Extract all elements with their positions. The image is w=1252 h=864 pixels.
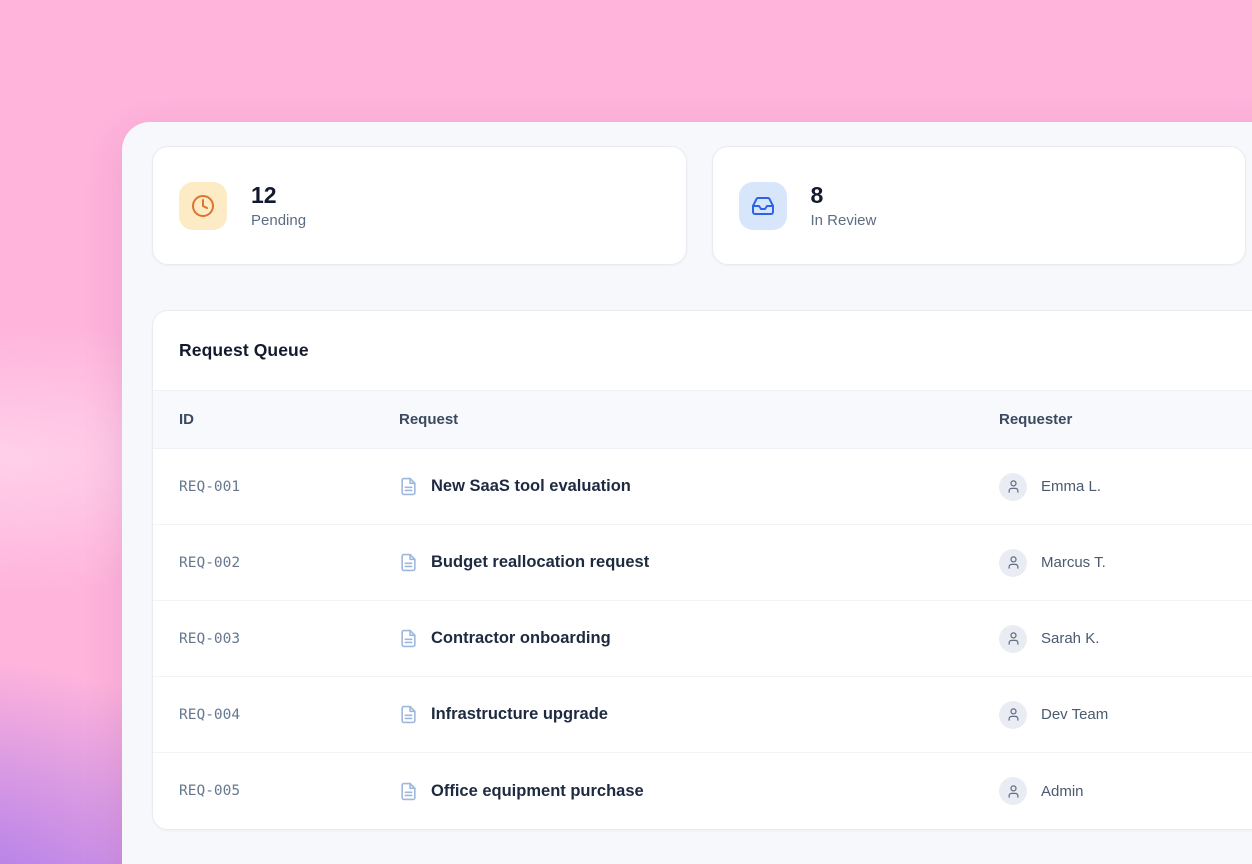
table-row[interactable]: REQ-003 Contractor onboarding Sarah K. bbox=[153, 601, 1252, 677]
requester-name: Dev Team bbox=[1041, 706, 1108, 723]
user-icon bbox=[999, 473, 1027, 501]
in-review-count: 8 bbox=[811, 182, 877, 208]
request-title: Budget reallocation request bbox=[431, 553, 649, 572]
request-id: REQ-001 bbox=[179, 479, 399, 495]
requester-cell: Sarah K. bbox=[999, 625, 1252, 653]
request-title: Infrastructure upgrade bbox=[431, 705, 608, 724]
clock-icon bbox=[179, 182, 227, 230]
file-text-icon bbox=[399, 705, 418, 724]
request-cell: Infrastructure upgrade bbox=[399, 705, 999, 724]
file-text-icon bbox=[399, 553, 418, 572]
request-title: Contractor onboarding bbox=[431, 629, 611, 648]
request-title: New SaaS tool evaluation bbox=[431, 477, 631, 496]
table-title-row: Request Queue bbox=[153, 311, 1252, 391]
requester-cell: Dev Team bbox=[999, 701, 1252, 729]
requester-name: Admin bbox=[1041, 783, 1084, 800]
requester-cell: Admin bbox=[999, 777, 1252, 805]
user-icon bbox=[999, 549, 1027, 577]
table-row[interactable]: REQ-005 Office equipment purchase Admin bbox=[153, 753, 1252, 829]
request-id: REQ-003 bbox=[179, 631, 399, 647]
user-icon bbox=[999, 625, 1027, 653]
user-icon bbox=[999, 701, 1027, 729]
file-text-icon bbox=[399, 477, 418, 496]
request-title: Office equipment purchase bbox=[431, 782, 644, 801]
table-row[interactable]: REQ-002 Budget reallocation request Marc… bbox=[153, 525, 1252, 601]
request-id: REQ-002 bbox=[179, 555, 399, 571]
pending-label: Pending bbox=[251, 212, 306, 229]
requester-cell: Marcus T. bbox=[999, 549, 1252, 577]
table-title: Request Queue bbox=[179, 340, 309, 361]
pending-count: 12 bbox=[251, 182, 306, 208]
user-icon bbox=[999, 777, 1027, 805]
stat-text: 8 In Review bbox=[811, 182, 877, 228]
inbox-icon bbox=[739, 182, 787, 230]
in-review-label: In Review bbox=[811, 212, 877, 229]
dashboard-panel: 12 Pending 8 In Review Request Queue ID … bbox=[122, 122, 1252, 864]
stats-row: 12 Pending 8 In Review bbox=[152, 146, 1246, 265]
request-queue-card: Request Queue ID Request Requester REQ-0… bbox=[152, 310, 1252, 830]
request-cell: Office equipment purchase bbox=[399, 782, 999, 801]
stat-text: 12 Pending bbox=[251, 182, 306, 228]
request-id: REQ-004 bbox=[179, 707, 399, 723]
request-cell: Budget reallocation request bbox=[399, 553, 999, 572]
column-header-requester: Requester bbox=[999, 411, 1252, 428]
requester-name: Marcus T. bbox=[1041, 554, 1106, 571]
request-id: REQ-005 bbox=[179, 783, 399, 799]
column-header-id: ID bbox=[179, 411, 399, 428]
column-header-request: Request bbox=[399, 411, 999, 428]
table-row[interactable]: REQ-001 New SaaS tool evaluation Emma L. bbox=[153, 449, 1252, 525]
file-text-icon bbox=[399, 629, 418, 648]
table-row[interactable]: REQ-004 Infrastructure upgrade Dev Team bbox=[153, 677, 1252, 753]
stat-card-pending: 12 Pending bbox=[152, 146, 687, 265]
requester-cell: Emma L. bbox=[999, 473, 1252, 501]
requester-name: Emma L. bbox=[1041, 478, 1101, 495]
page-background: { "colors": { "bg_pink": "#ffb4dc", "bg_… bbox=[0, 0, 1252, 864]
table-body: REQ-001 New SaaS tool evaluation Emma L. bbox=[153, 449, 1252, 829]
table-header-row: ID Request Requester bbox=[153, 391, 1252, 449]
request-cell: Contractor onboarding bbox=[399, 629, 999, 648]
file-text-icon bbox=[399, 782, 418, 801]
request-cell: New SaaS tool evaluation bbox=[399, 477, 999, 496]
stat-card-in-review: 8 In Review bbox=[712, 146, 1247, 265]
requester-name: Sarah K. bbox=[1041, 630, 1099, 647]
